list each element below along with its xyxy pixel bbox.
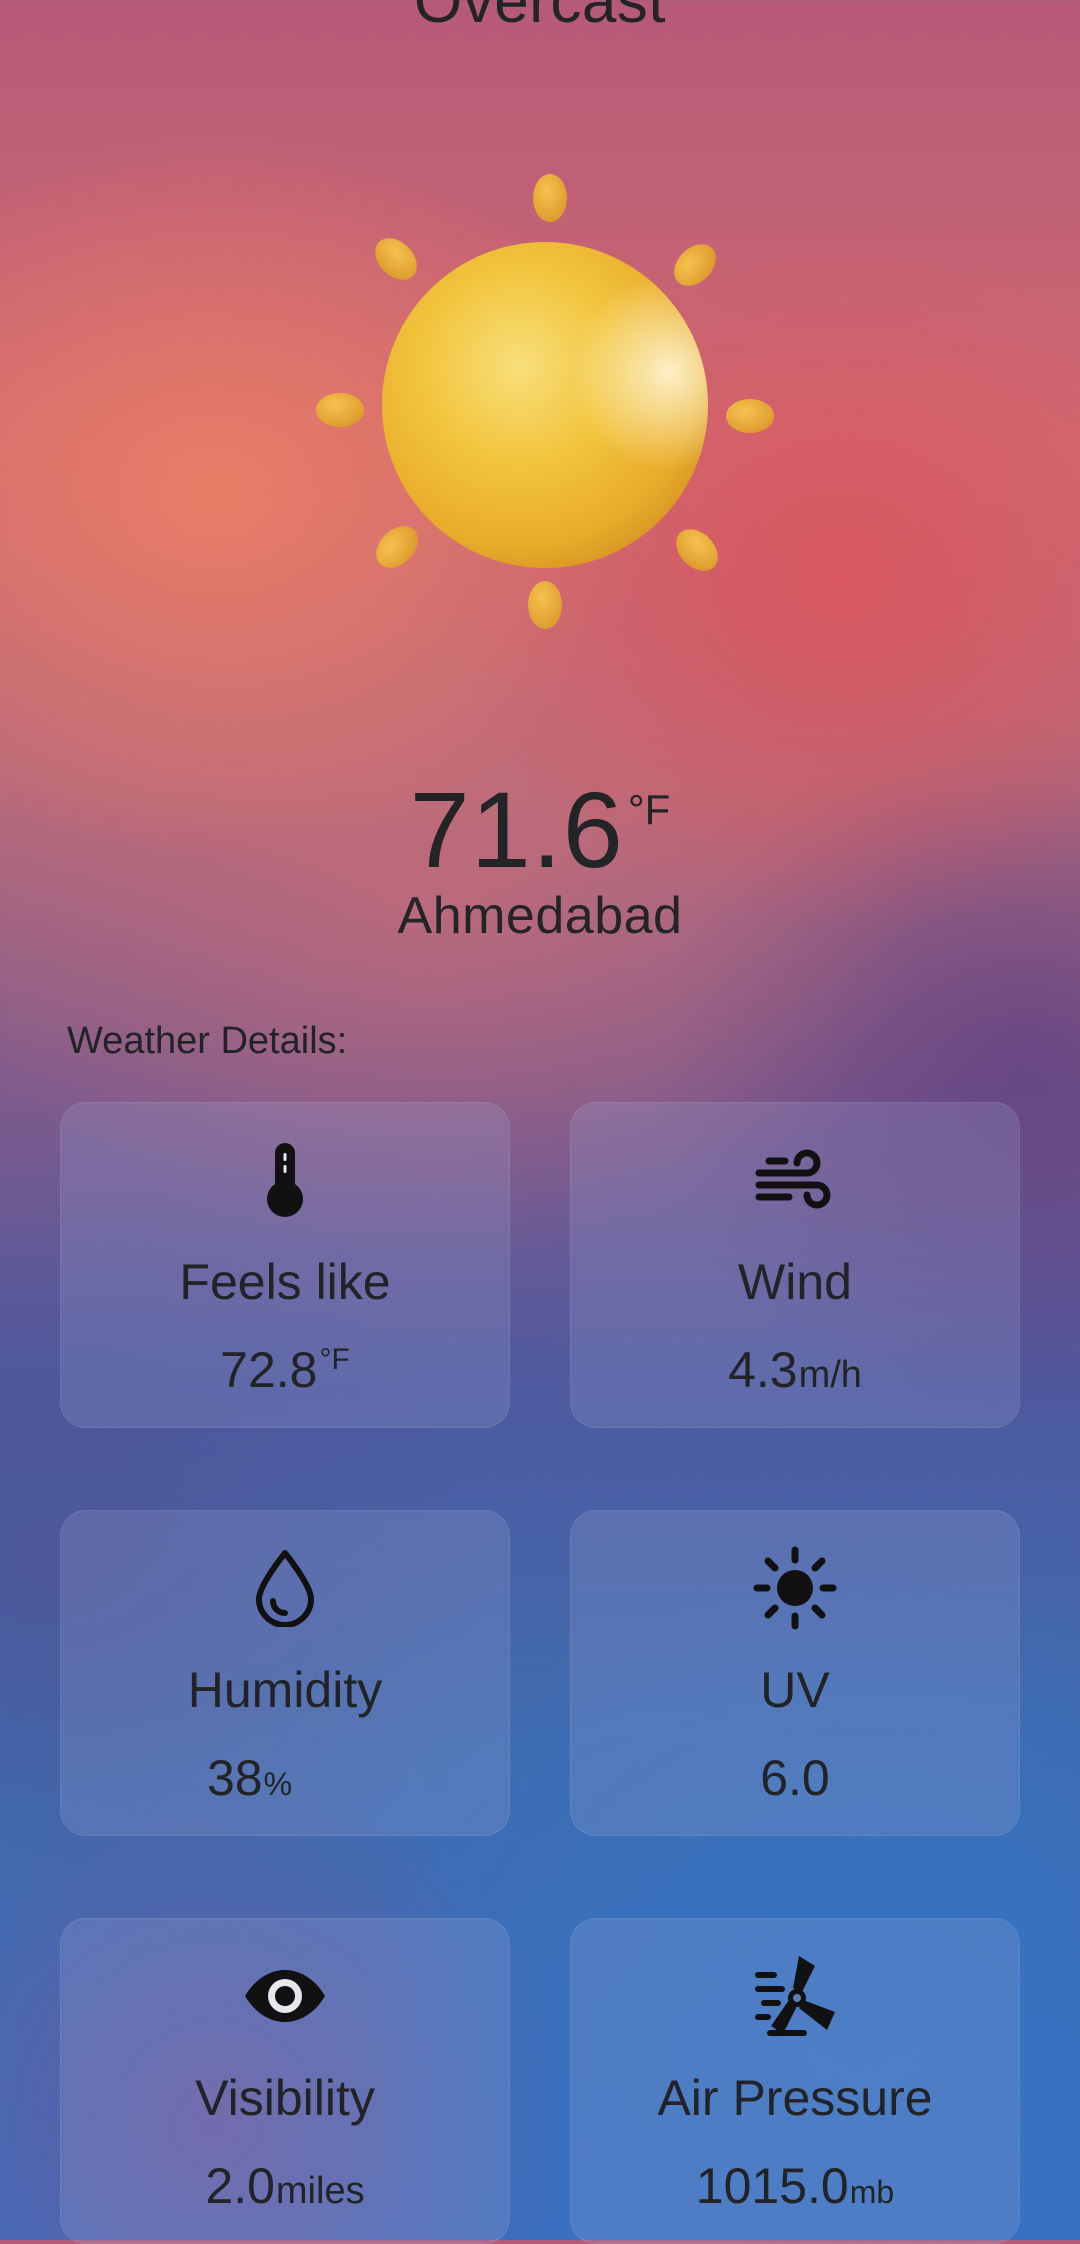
uv-number: 6.0 xyxy=(760,1750,830,1806)
air-pressure-unit: mb xyxy=(849,2174,895,2210)
feels-like-card[interactable]: Feels like 72.8 °F xyxy=(60,1102,510,1428)
feels-like-value: 72.8 °F xyxy=(61,1341,509,1399)
air-pressure-label: Air Pressure xyxy=(657,2070,933,2126)
wind-label: Wind xyxy=(738,1254,852,1310)
thermometer-icon xyxy=(61,1139,509,1221)
visibility-card[interactable]: Visibility 2.0 miles xyxy=(60,1918,510,2244)
feels-like-label: Feels like xyxy=(179,1254,391,1310)
air-pressure-value: 1015.0 mb xyxy=(571,2157,1019,2215)
humidity-value: 38 % xyxy=(61,1749,509,1807)
weather-condition-title: Overcast xyxy=(413,0,667,36)
humidity-label: Humidity xyxy=(187,1662,383,1718)
uv-value: 6.0 xyxy=(571,1749,1019,1807)
current-weather: 71.6 °F Ahmedabad xyxy=(0,770,1080,946)
temperature-unit: °F xyxy=(627,786,671,833)
eye-icon xyxy=(61,1955,509,2037)
sun-icon xyxy=(571,1546,1019,1630)
sun-icon xyxy=(300,160,780,640)
wind-icon xyxy=(571,1139,1019,1221)
visibility-number: 2.0 xyxy=(205,2158,275,2214)
humidity-unit: % xyxy=(263,1766,293,1802)
temperature-row: 71.6 °F xyxy=(410,770,671,890)
humidity-number: 38 xyxy=(207,1750,263,1806)
feels-like-unit: °F xyxy=(319,1343,350,1376)
uv-label: UV xyxy=(760,1662,830,1718)
air-pressure-icon xyxy=(571,1955,1019,2037)
wind-card[interactable]: Wind 4.3 m/h xyxy=(570,1102,1020,1428)
visibility-unit: miles xyxy=(275,2170,365,2212)
humidity-card[interactable]: Humidity 38 % xyxy=(60,1510,510,1836)
weather-details-heading: Weather Details: xyxy=(67,1020,348,1062)
air-pressure-number: 1015.0 xyxy=(695,2158,849,2214)
temperature-value: 71.6 xyxy=(409,769,624,890)
visibility-label: Visibility xyxy=(195,2070,375,2126)
wind-number: 4.3 xyxy=(728,1342,798,1398)
wind-value: 4.3 m/h xyxy=(571,1341,1019,1399)
visibility-value: 2.0 miles xyxy=(61,2157,509,2215)
feels-like-number: 72.8 xyxy=(220,1342,318,1398)
uv-card[interactable]: UV 6.0 xyxy=(570,1510,1020,1836)
water-drop-icon xyxy=(61,1547,509,1629)
air-pressure-card[interactable]: Air Pressure 1015.0 mb xyxy=(570,1918,1020,2244)
weather-details-grid: Feels like 72.8 °F Wind 4.3 m/h Humidity… xyxy=(60,1102,1020,2244)
wind-unit: m/h xyxy=(798,1354,862,1396)
city-name: Ahmedabad xyxy=(397,887,683,945)
